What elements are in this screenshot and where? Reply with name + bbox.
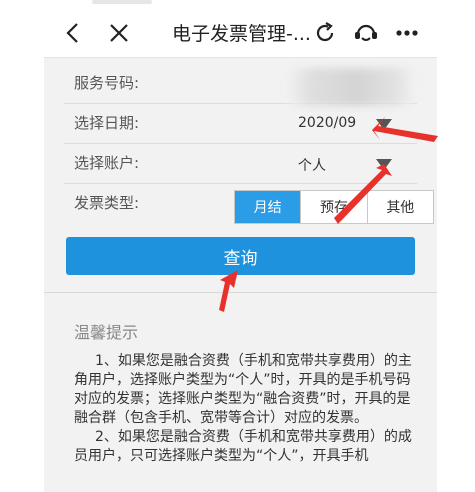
date-value[interactable]: 2020/09 xyxy=(298,115,356,131)
invoice-type-monthly[interactable]: 月结 xyxy=(235,191,301,223)
refresh-icon[interactable] xyxy=(308,16,342,50)
page-title: 电子发票管理-... xyxy=(172,23,311,45)
close-icon[interactable] xyxy=(102,16,136,50)
redacted-number xyxy=(286,68,416,106)
divider xyxy=(44,292,437,293)
account-value[interactable]: 个人 xyxy=(298,155,326,175)
account-label: 选择账户: xyxy=(74,154,140,172)
service-number-label: 服务号码: xyxy=(74,74,140,92)
dropdown-arrow-icon[interactable] xyxy=(376,119,392,130)
invoice-type-row: 发票类型: 月结 预存 其他 xyxy=(64,184,434,234)
more-icon[interactable] xyxy=(390,16,424,50)
invoice-type-prepaid[interactable]: 预存 xyxy=(300,191,366,223)
account-row[interactable]: 选择账户: 个人 xyxy=(64,144,417,184)
back-arrow-icon[interactable] xyxy=(56,16,90,50)
date-label: 选择日期: xyxy=(74,114,140,132)
tips-paragraph: 1、如果您是融合资费（手机和宽带共享费用）的主角用户，选择账户类型为“个人”时，… xyxy=(74,353,412,426)
tips-title: 温馨提示 xyxy=(74,323,139,342)
status-bar xyxy=(44,0,437,8)
customer-service-icon[interactable] xyxy=(349,16,383,50)
nav-bar: 电子发票管理-... xyxy=(44,8,437,58)
invoice-type-other[interactable]: 其他 xyxy=(366,191,433,223)
phone-screen: 电子发票管理-... 服务号码: 选择日期: 2020/09 选择账户: 个人 … xyxy=(44,0,437,492)
service-number-row: 服务号码: xyxy=(64,64,417,106)
dropdown-arrow-icon[interactable] xyxy=(376,159,392,170)
date-row[interactable]: 选择日期: 2020/09 xyxy=(64,104,417,144)
tips-body: 1、如果您是融合资费（手机和宽带共享费用）的主角用户，选择账户类型为“个人”时，… xyxy=(74,352,414,466)
invoice-type-segment: 月结 预存 其他 xyxy=(234,190,434,224)
invoice-type-label: 发票类型: xyxy=(74,194,140,212)
tips-paragraph: 2、如果您是融合资费（手机和宽带共享费用）的成员用户，只可选择账户类型为“个人”… xyxy=(74,429,412,464)
invoice-form: 服务号码: 选择日期: 2020/09 选择账户: 个人 发票类型: 月结 预存… xyxy=(64,64,434,234)
query-button[interactable]: 查询 xyxy=(66,237,415,275)
